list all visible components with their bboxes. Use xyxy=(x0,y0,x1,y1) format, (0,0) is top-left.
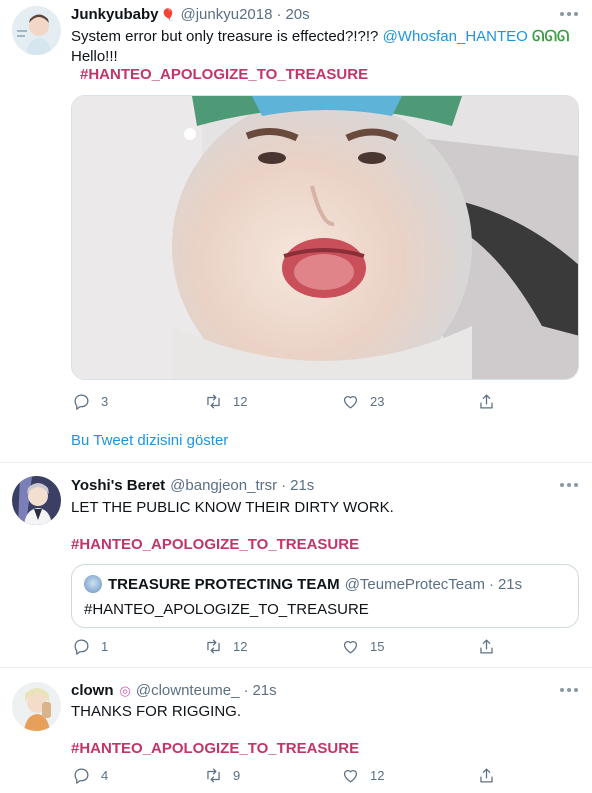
quoted-avatar[interactable] xyxy=(84,575,102,593)
tweet-3[interactable]: clown ◎ @clownteume_ · 21s THANKS FOR RI… xyxy=(0,668,592,793)
retweet-button[interactable]: 12 xyxy=(204,637,247,656)
share-icon xyxy=(480,768,493,783)
display-name[interactable]: Yoshi's Beret xyxy=(71,477,165,494)
avatar[interactable] xyxy=(12,682,61,731)
emoji-group: ᘏᘏᘏ xyxy=(532,28,570,45)
handle[interactable]: @clownteume_ xyxy=(136,682,240,699)
reply-icon xyxy=(74,768,89,784)
like-count: 23 xyxy=(370,394,385,409)
tweet-photo[interactable] xyxy=(71,95,579,380)
like-button[interactable]: 15 xyxy=(341,637,384,656)
retweet-icon xyxy=(207,394,220,409)
timestamp[interactable]: 21s xyxy=(252,682,276,699)
heart-icon xyxy=(343,396,358,409)
retweet-count: 12 xyxy=(233,394,248,409)
retweet-count: 12 xyxy=(233,639,248,654)
like-count: 12 xyxy=(370,768,385,783)
share-icon xyxy=(480,639,493,654)
reply-button[interactable]: 1 xyxy=(72,637,108,656)
balloon-emoji: 🎈 xyxy=(160,7,176,22)
quoted-display-name: TREASURE PROTECTING TEAM xyxy=(108,575,340,593)
reply-count: 4 xyxy=(101,768,109,783)
more-options-icon[interactable] xyxy=(560,686,578,694)
tweet-text-line1: System error but only treasure is effect… xyxy=(71,28,379,45)
hashtag-link[interactable]: #HANTEO_APOLOGIZE_TO_TREASURE xyxy=(80,66,368,83)
reply-button[interactable]: 3 xyxy=(72,392,108,411)
avatar[interactable] xyxy=(12,6,61,55)
display-name[interactable]: clown xyxy=(71,682,114,699)
like-button[interactable]: 23 xyxy=(341,392,384,411)
share-button[interactable] xyxy=(477,392,506,411)
tweet-text: System error but only treasure is effect… xyxy=(71,27,581,47)
timestamp[interactable]: 21s xyxy=(290,477,314,494)
separator: · xyxy=(243,682,249,699)
separator: · xyxy=(281,477,287,494)
tweet-text-line2: Hello!!! xyxy=(71,48,118,65)
reply-icon xyxy=(74,394,89,410)
quoted-timestamp: 21s xyxy=(497,575,523,593)
heart-icon xyxy=(343,770,358,783)
quoted-text: #HANTEO_APOLOGIZE_TO_TREASURE xyxy=(84,601,369,618)
tweet-1[interactable]: Junkyubaby 🎈 @junkyu2018 · 20s System er… xyxy=(0,0,592,462)
separator: · xyxy=(276,6,282,23)
handle[interactable]: @junkyu2018 xyxy=(180,6,272,23)
more-options-icon[interactable] xyxy=(560,481,578,489)
more-options-icon[interactable] xyxy=(560,10,578,18)
like-button[interactable]: 12 xyxy=(341,766,384,785)
hashtag-link[interactable]: #HANTEO_APOLOGIZE_TO_TREASURE xyxy=(71,536,359,553)
handle[interactable]: @bangjeon_trsr xyxy=(170,477,277,494)
retweet-count: 9 xyxy=(233,768,241,783)
tweet-text: LET THE PUBLIC KNOW THEIR DIRTY WORK. xyxy=(71,499,394,516)
share-icon xyxy=(480,394,493,409)
separator: · xyxy=(488,575,494,593)
mention-link[interactable]: @Whosfan_HANTEO xyxy=(383,28,528,45)
retweet-button[interactable]: 12 xyxy=(204,392,247,411)
reply-count: 3 xyxy=(101,394,109,409)
like-count: 15 xyxy=(370,639,385,654)
share-button[interactable] xyxy=(477,766,506,785)
retweet-icon xyxy=(207,768,220,783)
heart-icon xyxy=(343,641,358,654)
reply-button[interactable]: 4 xyxy=(72,766,108,785)
display-name[interactable]: Junkyubaby xyxy=(71,6,159,23)
avatar[interactable] xyxy=(12,476,61,525)
quoted-handle: @TeumeProtecTeam xyxy=(344,575,485,593)
hashtag-link[interactable]: #HANTEO_APOLOGIZE_TO_TREASURE xyxy=(71,740,359,757)
retweet-button[interactable]: 9 xyxy=(204,766,240,785)
circle-emoji: ◎ xyxy=(119,682,131,698)
retweet-icon xyxy=(207,639,220,654)
timestamp[interactable]: 20s xyxy=(285,6,309,23)
tweet-text: THANKS FOR RIGGING. xyxy=(71,703,242,720)
photo-close-up-face xyxy=(72,96,578,379)
show-thread-link[interactable]: Bu Tweet dizisini göster xyxy=(71,432,228,449)
share-button[interactable] xyxy=(477,637,506,656)
reply-count: 1 xyxy=(101,639,109,654)
reply-icon xyxy=(74,639,89,655)
quoted-tweet[interactable]: TREASURE PROTECTING TEAM @TeumeProtecTea… xyxy=(71,564,579,628)
